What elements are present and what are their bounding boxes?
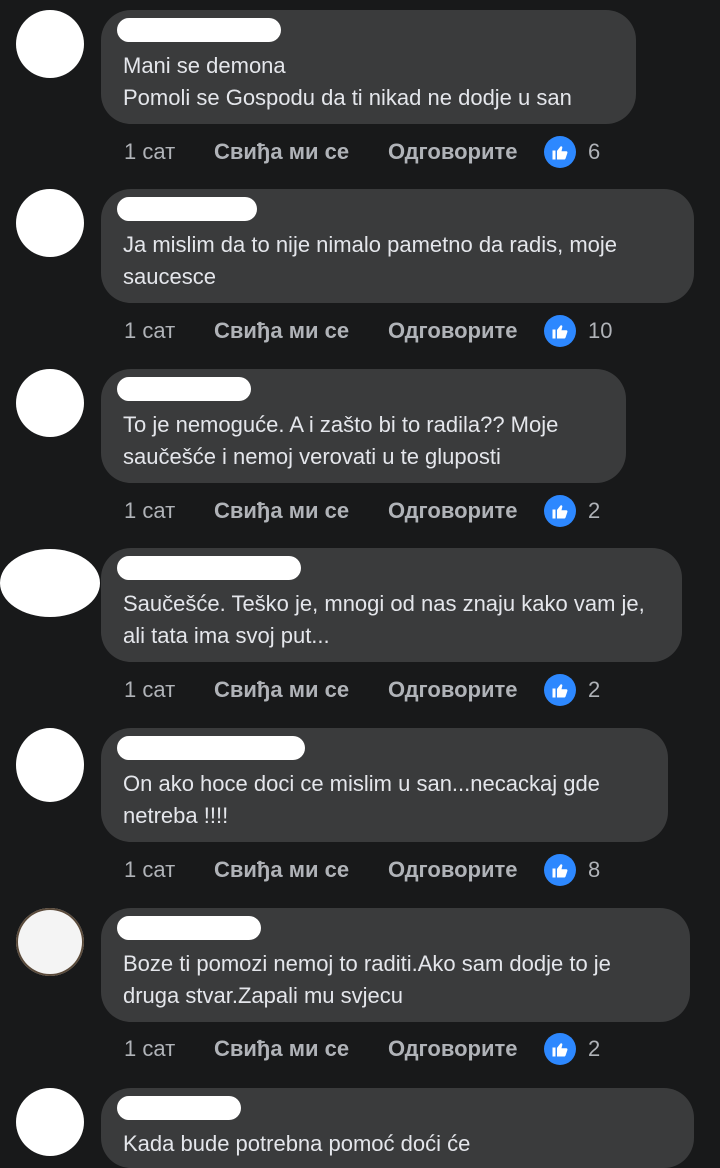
reactions[interactable]: 10 <box>544 315 612 347</box>
comment-timestamp[interactable]: 1 сат <box>124 1034 214 1064</box>
comment-bubble: Mani se demona Pomoli se Gospodu da ti n… <box>101 10 636 124</box>
comment-timestamp[interactable]: 1 сат <box>124 675 214 705</box>
comment-bubble: Saučešće. Teško je, mnogi od nas znaju k… <box>101 548 682 662</box>
reply-button[interactable]: Одговорите <box>388 855 544 885</box>
reaction-count: 10 <box>588 318 613 343</box>
comment-actions: 1 сат Свиђа ми се Одговорите 2 <box>124 674 600 706</box>
like-thumb-icon <box>544 1033 576 1065</box>
reaction-count: 6 <box>588 139 601 164</box>
comment-timestamp[interactable]: 1 сат <box>124 855 214 885</box>
comment-text: To je nemoguće. A i zašto bi to radila??… <box>123 412 559 469</box>
reaction-count: 2 <box>588 498 601 523</box>
avatar[interactable] <box>0 549 100 617</box>
avatar[interactable] <box>16 369 84 437</box>
reply-button[interactable]: Одговорите <box>388 316 544 346</box>
reactions[interactable]: 8 <box>544 854 600 886</box>
like-button[interactable]: Свиђа ми се <box>214 1034 388 1064</box>
like-thumb-icon <box>544 854 576 886</box>
comment-actions: 1 сат Свиђа ми се Одговорите 10 <box>124 315 612 347</box>
reply-button[interactable]: Одговорите <box>388 675 544 705</box>
author-name-redacted[interactable] <box>117 18 281 42</box>
comment-bubble: Ja mislim da to nije nimalo pametno da r… <box>101 189 694 303</box>
comment-actions: 1 сат Свиђа ми се Одговорите 6 <box>124 136 600 168</box>
reactions[interactable]: 2 <box>544 1033 600 1065</box>
like-button[interactable]: Свиђа ми се <box>214 316 388 346</box>
comment-text: Mani se demona Pomoli se Gospodu da ti n… <box>123 53 572 110</box>
like-thumb-icon <box>544 136 576 168</box>
comment-timestamp[interactable]: 1 сат <box>124 496 214 526</box>
comment-bubble: Kada bude potrebna pomoć doći će <box>101 1088 694 1168</box>
like-thumb-icon <box>544 315 576 347</box>
reply-button[interactable]: Одговорите <box>388 496 544 526</box>
author-name-redacted[interactable] <box>117 197 257 221</box>
comment-bubble: On ako hoce doci ce mislim u san...necac… <box>101 728 668 842</box>
reactions[interactable]: 6 <box>544 136 600 168</box>
reply-button[interactable]: Одговорите <box>388 1034 544 1064</box>
reaction-count: 2 <box>588 677 601 702</box>
comment-text: Kada bude potrebna pomoć doći će <box>123 1131 471 1156</box>
comment-text: Ja mislim da to nije nimalo pametno da r… <box>123 232 618 289</box>
avatar[interactable] <box>16 908 84 976</box>
avatar[interactable] <box>16 189 84 257</box>
author-name-redacted[interactable] <box>117 736 305 760</box>
comment-text: Saučešće. Teško je, mnogi od nas znaju k… <box>123 591 645 648</box>
author-name-redacted[interactable] <box>117 1096 241 1120</box>
avatar[interactable] <box>16 10 84 78</box>
like-button[interactable]: Свиђа ми се <box>214 675 388 705</box>
reaction-count: 8 <box>588 857 601 882</box>
reaction-count: 2 <box>588 1036 601 1061</box>
comment-text: On ako hoce doci ce mislim u san...necac… <box>123 771 600 828</box>
reply-button[interactable]: Одговорите <box>388 137 544 167</box>
comment-actions: 1 сат Свиђа ми се Одговорите 2 <box>124 495 600 527</box>
like-thumb-icon <box>544 674 576 706</box>
author-name-redacted[interactable] <box>117 377 251 401</box>
reactions[interactable]: 2 <box>544 674 600 706</box>
like-button[interactable]: Свиђа ми се <box>214 855 388 885</box>
like-thumb-icon <box>544 495 576 527</box>
avatar[interactable] <box>16 728 84 802</box>
comment-timestamp[interactable]: 1 сат <box>124 316 214 346</box>
comment-text: Boze ti pomozi nemoj to raditi.Ako sam d… <box>123 951 611 1008</box>
like-button[interactable]: Свиђа ми се <box>214 496 388 526</box>
comment-actions: 1 сат Свиђа ми се Одговорите 2 <box>124 1033 600 1065</box>
author-name-redacted[interactable] <box>117 916 261 940</box>
reactions[interactable]: 2 <box>544 495 600 527</box>
author-name-redacted[interactable] <box>117 556 301 580</box>
avatar[interactable] <box>16 1088 84 1156</box>
comment-bubble: To je nemoguće. A i zašto bi to radila??… <box>101 369 626 483</box>
comment-timestamp[interactable]: 1 сат <box>124 137 214 167</box>
comment-bubble: Boze ti pomozi nemoj to raditi.Ako sam d… <box>101 908 690 1022</box>
like-button[interactable]: Свиђа ми се <box>214 137 388 167</box>
comment-actions: 1 сат Свиђа ми се Одговорите 8 <box>124 854 600 886</box>
